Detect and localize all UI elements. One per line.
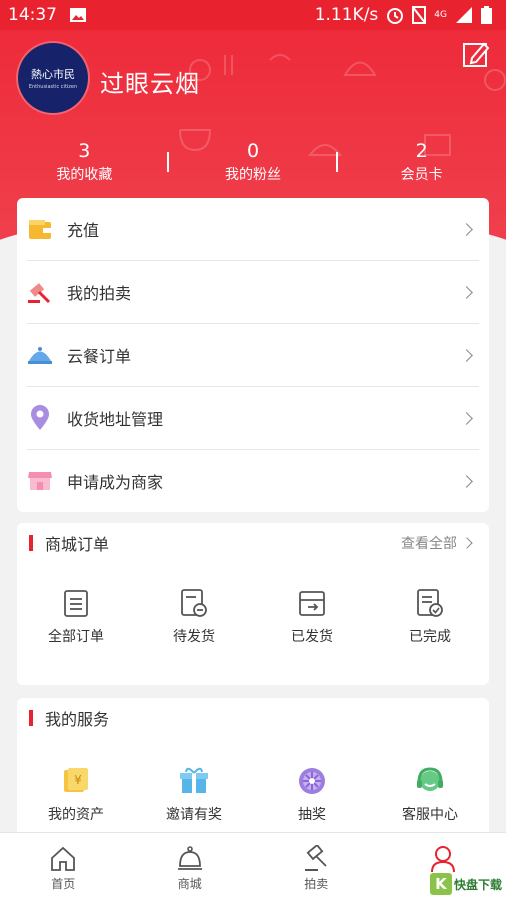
stat-divider (167, 152, 169, 172)
service-label: 客服中心 (402, 804, 458, 824)
user-icon (429, 845, 457, 873)
stats-row: 3 我的收藏 0 我的粉丝 2 会员卡 (0, 140, 506, 184)
chevron-right-icon (461, 537, 472, 548)
section-header: 我的服务 (17, 698, 489, 738)
service-label: 我的资产 (48, 804, 104, 824)
menu-item-label: 云餐订单 (67, 343, 131, 367)
menu-item-label: 充值 (67, 217, 99, 241)
menu-item-cloud-meal-orders[interactable]: 云餐订单 (27, 324, 479, 387)
edit-icon[interactable] (462, 40, 490, 68)
tab-label: 商城 (178, 875, 202, 892)
clipboard-icon (61, 588, 91, 618)
orders-grid: 全部订单 待发货 已发货 已完成 (17, 563, 489, 646)
headset-icon (415, 766, 445, 796)
network-type: 4G (434, 10, 447, 20)
menu-item-label: 申请成为商家 (67, 469, 163, 493)
stat-value: 3 (0, 140, 169, 162)
username: 过眼云烟 (100, 64, 200, 99)
tab-auction[interactable]: 拍卖 (253, 833, 380, 901)
signal-icon (455, 6, 473, 24)
assets-icon: ¥ (61, 766, 91, 796)
battery-icon (481, 6, 492, 24)
avatar[interactable]: 熱心市民 Enthusiastic citizen (18, 43, 88, 113)
order-label: 全部订单 (48, 626, 104, 646)
gift-icon (179, 766, 209, 796)
service-label: 抽奖 (298, 804, 326, 824)
stat-value: 0 (169, 140, 338, 162)
bottom-tab-bar: 首页 商城 拍卖 K 快盘下载 (0, 832, 506, 901)
order-label: 已完成 (409, 626, 451, 646)
services-grid: ¥ 我的资产 邀请有奖 抽奖 客服中心 (17, 738, 489, 824)
my-services-card: 我的服务 ¥ 我的资产 邀请有奖 抽奖 客服中心 (17, 698, 489, 848)
order-pending-shipment[interactable]: 待发货 (135, 588, 253, 646)
view-all-link[interactable]: 查看全部 (401, 533, 471, 553)
mall-orders-card: 商城订单 查看全部 全部订单 待发货 已发货 已完成 (17, 523, 489, 685)
lottery-wheel-icon (297, 766, 327, 796)
chevron-right-icon (460, 475, 473, 488)
shipped-box-icon (297, 588, 327, 618)
service-invite-reward[interactable]: 邀请有奖 (135, 766, 253, 824)
gavel-icon (27, 279, 53, 305)
section-title: 商城订单 (45, 531, 109, 555)
section-title: 我的服务 (45, 706, 109, 730)
service-my-assets[interactable]: ¥ 我的资产 (17, 766, 135, 824)
order-all[interactable]: 全部订单 (17, 588, 135, 646)
order-label: 已发货 (291, 626, 333, 646)
tab-label: 首页 (51, 875, 75, 892)
pending-shipment-icon (179, 588, 209, 618)
avatar-subtext: Enthusiastic citizen (29, 84, 77, 90)
menu-item-label: 我的拍卖 (67, 280, 131, 304)
section-accent-bar (29, 535, 33, 551)
stat-divider (336, 152, 338, 172)
alarm-icon (386, 6, 404, 24)
stat-fans[interactable]: 0 我的粉丝 (169, 140, 338, 184)
stat-label: 会员卡 (337, 164, 506, 184)
order-label: 待发货 (173, 626, 215, 646)
view-all-label: 查看全部 (401, 533, 457, 553)
chevron-right-icon (460, 349, 473, 362)
network-speed: 1.11K/s (315, 5, 379, 25)
tab-mall[interactable]: 商城 (127, 833, 254, 901)
menu-item-label: 收货地址管理 (67, 406, 163, 430)
cloche-icon (27, 342, 53, 368)
image-notification-icon (69, 7, 87, 23)
avatar-text: 熱心市民 (31, 66, 75, 82)
stat-membership-card[interactable]: 2 会员卡 (337, 140, 506, 184)
stat-label: 我的收藏 (0, 164, 169, 184)
chevron-right-icon (460, 223, 473, 236)
stat-label: 我的粉丝 (169, 164, 338, 184)
wallet-icon (27, 216, 53, 242)
watermark-logo: K 快盘下载 (430, 873, 502, 895)
status-time: 14:37 (8, 5, 57, 25)
stat-favorites[interactable]: 3 我的收藏 (0, 140, 169, 184)
location-pin-icon (27, 405, 53, 431)
menu-item-become-merchant[interactable]: 申请成为商家 (27, 450, 479, 512)
order-shipped[interactable]: 已发货 (253, 588, 371, 646)
bell-shop-icon (176, 845, 204, 873)
menu-card: 充值 我的拍卖 云餐订单 收货地址管理 申请成为商家 (17, 198, 489, 512)
menu-item-my-auctions[interactable]: 我的拍卖 (27, 261, 479, 324)
order-completed[interactable]: 已完成 (371, 588, 489, 646)
watermark-letter: K (430, 873, 452, 895)
service-lottery[interactable]: 抽奖 (253, 766, 371, 824)
auction-icon (302, 845, 330, 873)
svg-text:¥: ¥ (74, 773, 82, 787)
menu-item-shipping-address[interactable]: 收货地址管理 (27, 387, 479, 450)
no-sim-icon (412, 6, 426, 24)
service-customer-center[interactable]: 客服中心 (371, 766, 489, 824)
menu-item-recharge[interactable]: 充值 (27, 198, 479, 261)
watermark-text: 快盘下载 (454, 876, 502, 893)
chevron-right-icon (460, 412, 473, 425)
chevron-right-icon (460, 286, 473, 299)
stat-value: 2 (337, 140, 506, 162)
section-header: 商城订单 查看全部 (17, 523, 489, 563)
service-label: 邀请有奖 (166, 804, 222, 824)
home-icon (49, 845, 77, 873)
tab-home[interactable]: 首页 (0, 833, 127, 901)
completed-doc-icon (415, 588, 445, 618)
tab-label: 拍卖 (304, 875, 328, 892)
store-icon (27, 468, 53, 494)
section-accent-bar (29, 710, 33, 726)
status-bar: 14:37 1.11K/s 4G (0, 0, 506, 30)
